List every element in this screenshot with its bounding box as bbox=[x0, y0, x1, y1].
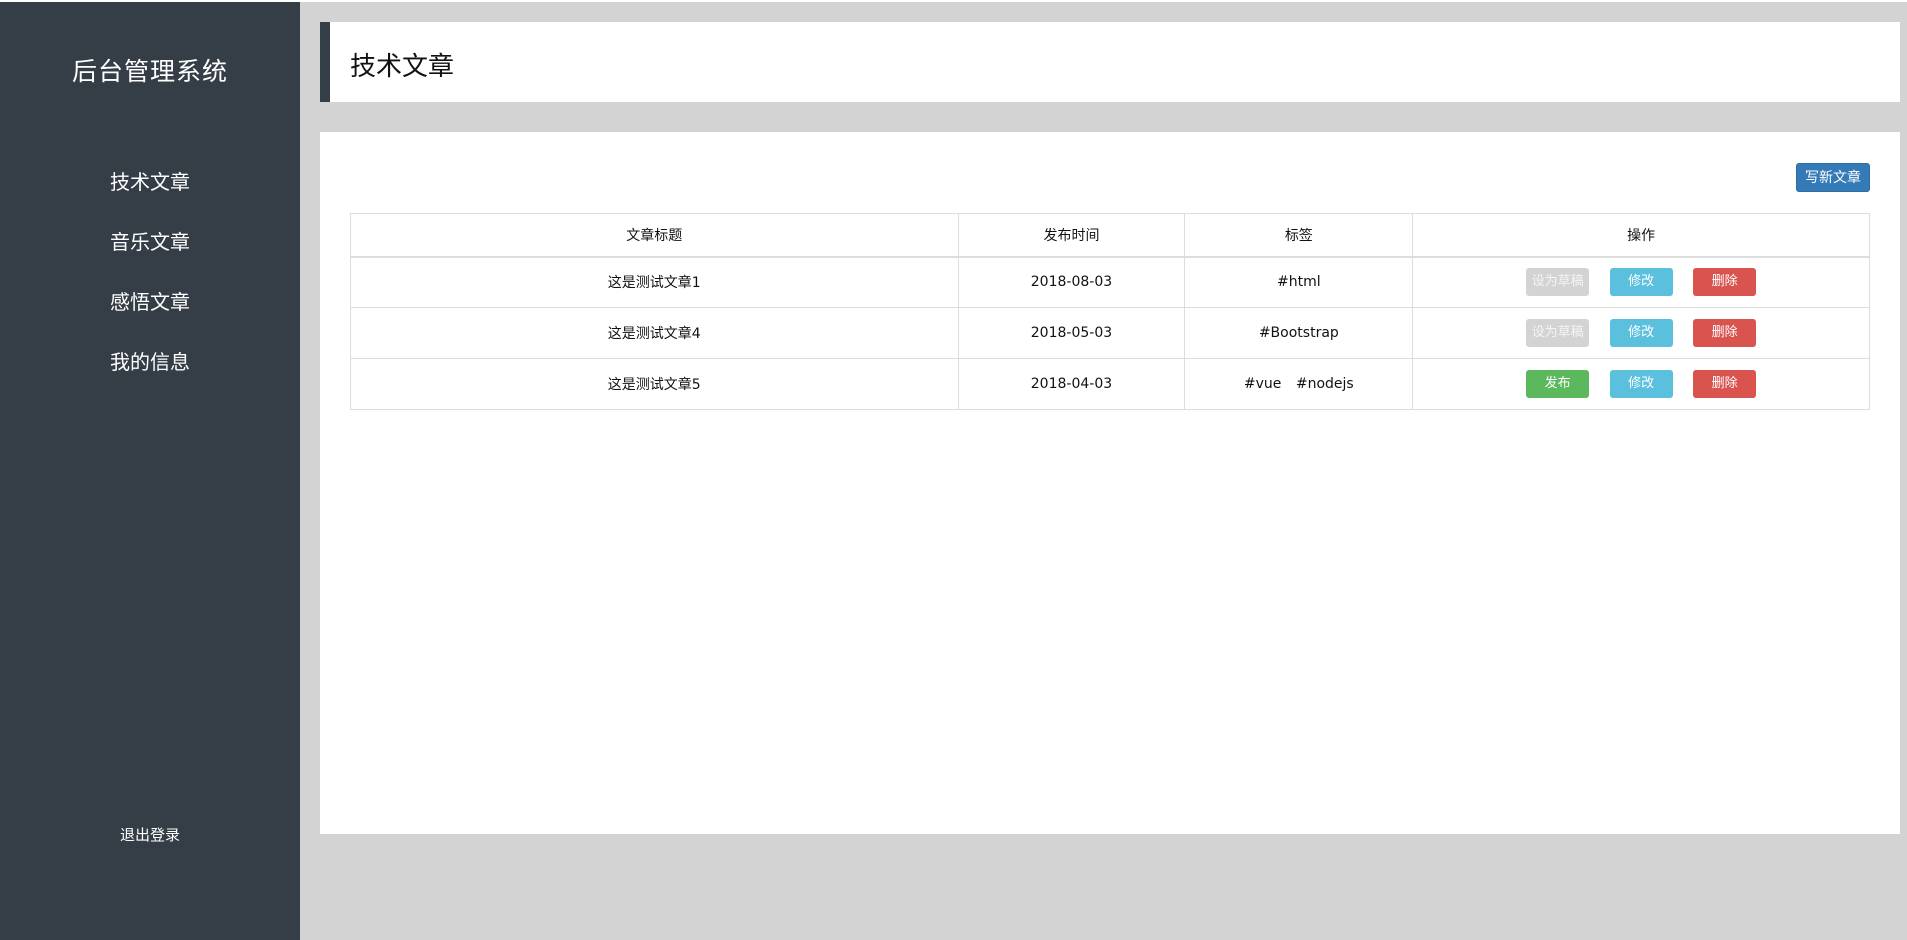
table-row: 这是测试文章1 2018-08-03 #html 设为草稿 修改 删除 bbox=[350, 256, 1870, 308]
edit-button[interactable]: 修改 bbox=[1609, 319, 1673, 347]
tag-label: #Bootstrap bbox=[1258, 325, 1339, 341]
article-date: 2018-05-03 bbox=[957, 307, 1186, 359]
page-title: 技术文章 bbox=[350, 52, 455, 82]
articles-table: 文章标题 发布时间 标签 操作 这是测试文章1 2018-08-03 #html… bbox=[350, 213, 1870, 410]
content-panel: 写新文章 文章标题 发布时间 标签 操作 这是测试文章1 2018-08-03 … bbox=[320, 132, 1900, 834]
article-actions: 发布 修改 删除 bbox=[1412, 358, 1870, 410]
article-date: 2018-04-03 bbox=[957, 358, 1186, 410]
article-title: 这是测试文章1 bbox=[350, 256, 959, 308]
new-article-button[interactable]: 写新文章 bbox=[1796, 163, 1870, 192]
article-title: 这是测试文章4 bbox=[350, 307, 959, 359]
column-header-title: 文章标题 bbox=[350, 213, 959, 258]
edit-button[interactable]: 修改 bbox=[1609, 370, 1673, 398]
column-header-actions: 操作 bbox=[1412, 213, 1870, 258]
article-tags: #Bootstrap bbox=[1184, 307, 1414, 359]
tag-label: #nodejs bbox=[1295, 376, 1354, 392]
article-tags: #html bbox=[1184, 256, 1414, 308]
article-title: 这是测试文章5 bbox=[350, 358, 959, 410]
article-tags: #vue #nodejs bbox=[1184, 358, 1414, 410]
table-header-row: 文章标题 发布时间 标签 操作 bbox=[350, 213, 1870, 258]
tag-label: #html bbox=[1277, 274, 1321, 291]
sidebar: 后台管理系统 技术文章 音乐文章 感悟文章 我的信息 退出登录 bbox=[0, 2, 300, 940]
delete-button[interactable]: 删除 bbox=[1693, 268, 1757, 297]
page-header: 技术文章 bbox=[320, 22, 1900, 102]
sidebar-item-my-info[interactable]: 我的信息 bbox=[0, 332, 300, 392]
app-title: 后台管理系统 bbox=[71, 57, 228, 86]
table-row: 这是测试文章5 2018-04-03 #vue #nodejs 发布 修改 删除 bbox=[350, 358, 1870, 410]
article-actions: 设为草稿 修改 删除 bbox=[1412, 256, 1870, 308]
article-date: 2018-08-03 bbox=[957, 256, 1186, 308]
column-header-tags: 标签 bbox=[1184, 213, 1414, 258]
article-actions: 设为草稿 修改 删除 bbox=[1412, 307, 1870, 359]
sidebar-item-music-articles[interactable]: 音乐文章 bbox=[0, 212, 300, 272]
set-draft-button: 设为草稿 bbox=[1526, 268, 1590, 297]
sidebar-item-reflection-articles[interactable]: 感悟文章 bbox=[0, 272, 300, 332]
delete-button[interactable]: 删除 bbox=[1693, 370, 1757, 398]
column-header-date: 发布时间 bbox=[957, 213, 1186, 258]
table-row: 这是测试文章4 2018-05-03 #Bootstrap 设为草稿 修改 删除 bbox=[350, 307, 1870, 359]
set-draft-button: 设为草稿 bbox=[1526, 319, 1590, 347]
logout-link[interactable]: 退出登录 bbox=[0, 824, 300, 845]
sidebar-nav: 技术文章 音乐文章 感悟文章 我的信息 bbox=[0, 152, 300, 392]
publish-button[interactable]: 发布 bbox=[1526, 370, 1590, 398]
tag-label: #vue bbox=[1243, 376, 1282, 392]
edit-button[interactable]: 修改 bbox=[1609, 268, 1673, 297]
delete-button[interactable]: 删除 bbox=[1693, 319, 1757, 347]
sidebar-item-tech-articles[interactable]: 技术文章 bbox=[0, 152, 300, 212]
